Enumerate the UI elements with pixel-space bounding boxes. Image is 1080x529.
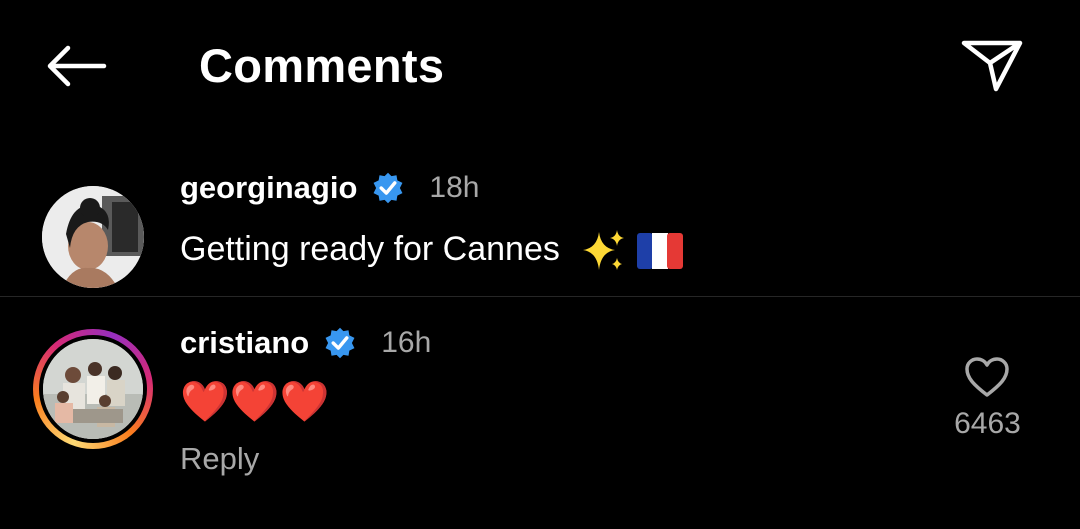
flag-france-icon — [636, 233, 683, 270]
header-bar: Comments — [0, 0, 1080, 130]
share-button[interactable] — [952, 30, 1032, 100]
profile-photo — [43, 339, 143, 439]
caption-text-line: Getting ready for Cannes — [180, 224, 683, 274]
comment-meta: cristiano 16h — [180, 321, 431, 365]
back-button[interactable] — [40, 36, 112, 96]
heart-outline-icon — [965, 357, 1009, 397]
arrow-left-icon — [47, 45, 107, 87]
like-button[interactable] — [960, 353, 1014, 401]
verified-badge-icon — [325, 327, 355, 359]
divider — [0, 296, 1080, 297]
comment-row: cristiano 16h ❤️❤️❤️ Reply 6463 — [0, 305, 1080, 505]
caption-meta: georginagio 18h — [180, 166, 479, 210]
avatar-cristiano[interactable] — [33, 329, 153, 449]
comment-timestamp: 16h — [381, 326, 432, 359]
verified-badge-icon — [373, 172, 403, 204]
caption-username[interactable]: georginagio — [180, 170, 357, 206]
caption-timestamp: 18h — [429, 171, 480, 204]
page-title: Comments — [199, 39, 445, 92]
comment-username[interactable]: cristiano — [180, 325, 309, 361]
avatar-georginagio[interactable] — [42, 186, 144, 288]
like-count: 6463 — [954, 407, 1021, 440]
profile-photo — [42, 186, 144, 288]
comment-text: ❤️❤️❤️ — [180, 380, 330, 424]
caption-row: georginagio 18h Getting ready for Cannes — [0, 160, 1080, 296]
caption-text: Getting ready for Cannes — [180, 230, 560, 268]
reply-button[interactable]: Reply — [180, 441, 259, 477]
sparkles-icon — [583, 230, 625, 271]
paper-plane-icon — [961, 40, 1023, 92]
